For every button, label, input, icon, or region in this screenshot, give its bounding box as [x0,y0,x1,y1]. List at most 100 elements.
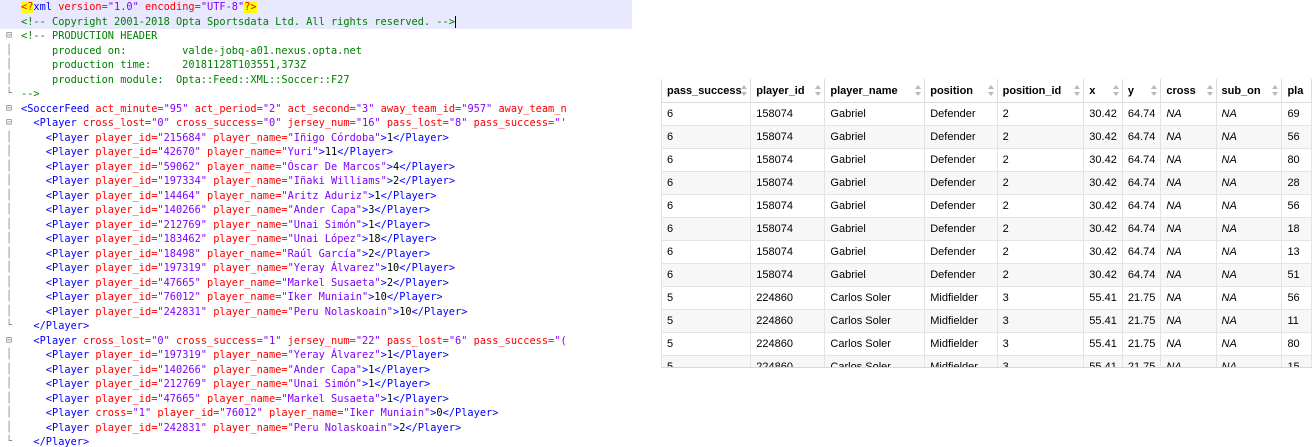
xml-code: <Player player_id="140266" player_name="… [21,203,430,218]
xml-token: player_id= [89,218,158,231]
table-cell: 2 [996,148,1085,172]
xml-editor[interactable]: <?xml version="1.0" encoding="UTF-8"?> <!… [0,0,632,447]
xml-token: player_id= [89,291,158,303]
table-row[interactable]: 6 158074 Gabriel Defender 2 30.42 64.74 NA NA 80 [661,148,1312,172]
column-header-position[interactable]: position [924,79,998,103]
xml-line[interactable]: │ <Player cross="1" player_id="76012" pl… [0,406,632,421]
xml-line[interactable]: │ <Player player_id="197334" player_name… [0,174,632,189]
xml-token: "3" [355,102,375,115]
fold-collapse-icon[interactable]: ⊟ [3,334,15,349]
fold-collapse-icon[interactable]: ⊟ [3,102,15,117]
xml-line[interactable]: │ <Player player_id="242831" player_name… [0,305,632,320]
table-row[interactable]: 6 158074 Gabriel Defender 2 30.42 64.74 NA NA 56 [661,194,1312,218]
xml-token: "UTF-8" [200,1,245,13]
xml-token: "Yuri" [281,146,319,158]
xml-token: player_name= [200,392,282,405]
table-row[interactable]: 6 158074 Gabriel Defender 2 30.42 64.74 NA NA 28 [661,171,1312,195]
table-row[interactable]: 6 158074 Gabriel Defender 2 30.42 64.74 NA NA 18 [661,217,1312,241]
xml-line[interactable]: │ <Player player_id="197319" player_name… [0,261,632,276]
table-row[interactable]: 6 158074 Gabriel Defender 2 30.42 64.74 NA NA 56 [661,125,1312,149]
column-header-cross[interactable]: cross [1160,79,1217,103]
xml-line[interactable]: │ <Player player_id="140266" player_name… [0,363,632,378]
xml-line[interactable]: <!-- Copyright 2001-2018 Opta Sportsdata… [0,14,632,29]
table-cell: 158074 [750,102,826,126]
xml-line[interactable]: │ <Player player_id="212769" player_name… [0,377,632,392]
xml-token: player_id= [89,146,158,158]
xml-line[interactable]: │ <Player player_id="59062" player_name=… [0,160,632,175]
table-cell: 5 [661,309,752,333]
sort-arrows-icon[interactable] [1206,85,1213,96]
sort-arrows-icon[interactable] [1112,85,1119,96]
sort-arrows-icon[interactable] [741,85,748,96]
fold-collapse-icon[interactable]: ⊟ [3,116,15,131]
xml-token: "76012" [219,407,263,419]
table-row[interactable]: 5 224860 Carlos Soler Midfielder 3 55.41 21.75… [661,355,1312,367]
table-cell: 56 [1281,125,1312,149]
xml-line[interactable]: └ </Player> [0,319,632,334]
table-row[interactable]: 5 224860 Carlos Soler Midfielder 3 55.41 21.75… [661,332,1312,356]
xml-line[interactable]: └ --> [0,87,632,102]
xml-code: <Player player_id="215684" player_name="… [21,131,449,146]
sort-arrows-icon[interactable] [1074,85,1081,96]
xml-code: <Player player_id="183462" player_name="… [21,232,437,247]
xml-token: player_id= [89,175,158,187]
table-cell: 21.75 [1121,332,1162,356]
data-table-viewer[interactable]: pass_success player_id player_name position… [661,79,1312,368]
xml-token: <SoccerFeed [21,102,90,115]
table-row[interactable]: 6 158074 Gabriel Defender 2 30.42 64.74 NA NA 69 [661,102,1312,126]
xml-line[interactable]: │ <Player player_id="215684" player_name… [0,131,632,146]
column-header-position-id[interactable]: position_id [996,79,1085,103]
xml-token: player_id= [89,392,158,405]
table-row[interactable]: 5 224860 Carlos Soler Midfielder 3 55.41 21.75… [661,309,1312,333]
table-cell: 30.42 [1083,240,1123,264]
xml-line[interactable]: <?xml version="1.0" encoding="UTF-8"?> [0,0,632,15]
sort-arrows-icon[interactable] [815,85,822,96]
xml-line[interactable]: │ <Player player_id="242831" player_name… [0,421,632,436]
table-row[interactable]: 6 158074 Gabriel Defender 2 30.42 64.74 NA NA 13 [661,240,1312,264]
xml-line[interactable]: │ <Player player_id="183462" player_name… [0,232,632,247]
xml-line[interactable]: │ <Player player_id="18498" player_name=… [0,247,632,262]
xml-token: "Iker Muniain" [343,407,431,419]
xml-token: "197334" [157,175,208,187]
table-row[interactable]: 5 224860 Carlos Soler Midfielder 3 55.41 21.75… [661,286,1312,310]
xml-line[interactable]: │ <Player player_id="47665" player_name=… [0,392,632,407]
sort-arrows-icon[interactable] [1272,85,1279,96]
xml-line[interactable]: ⊟ <!-- PRODUCTION HEADER [0,29,632,44]
xml-line[interactable]: │ produced on: valde-jobq-a01.nexus.opta… [0,44,632,59]
xml-line[interactable]: ⊟ <Player cross_lost="0" cross_success="… [0,334,632,349]
xml-token: </Player> [399,160,455,173]
xml-token: player_name= [207,233,288,245]
column-header-player-id[interactable]: player_id [750,79,826,103]
xml-token: </Player> [442,407,499,419]
sort-arrows-icon[interactable] [915,85,922,96]
column-header-pla[interactable]: pla [1281,79,1312,103]
sort-arrows-icon[interactable] [1151,85,1158,96]
xml-line[interactable]: │ <Player player_id="47665" player_name=… [0,276,632,291]
xml-line[interactable]: ⊟ <Player cross_lost="0" cross_success="… [0,116,632,131]
sort-arrows-icon[interactable] [987,85,994,96]
xml-line[interactable]: ⊟ <SoccerFeed act_minute="95" act_period=… [0,102,632,117]
fold-guide: │ [5,204,13,215]
xml-line[interactable]: │ <Player player_id="140266" player_name… [0,203,632,218]
column-header-x[interactable]: x [1083,79,1123,103]
xml-line[interactable]: │ <Player player_id="212769" player_name… [0,218,632,233]
column-header-sub-on[interactable]: sub_on [1215,79,1283,103]
xml-line[interactable]: │ <Player player_id="14464" player_name=… [0,189,632,204]
column-header-pass-success[interactable]: pass_success [661,79,752,103]
xml-line[interactable]: │ <Player player_id="42670" player_name=… [0,145,632,160]
xml-line[interactable]: │ production time: 20181128T103551,373Z [0,58,632,73]
table-cell: 64.74 [1121,148,1162,172]
xml-token: "Yeray Álvarez" [287,262,381,274]
xml-token: act_period= [188,102,263,115]
xml-line[interactable]: │ <Player player_id="197319" player_name… [0,348,632,363]
table-row[interactable]: 6 158074 Gabriel Defender 2 30.42 64.74 NA NA 51 [661,263,1312,287]
xml-line[interactable]: │ production module: Opta::Feed::XML::So… [0,73,632,88]
table-cell: 3 [996,286,1085,310]
column-header-y[interactable]: y [1121,79,1162,103]
xml-line[interactable]: └ </Player> [0,435,632,447]
column-header-player-name[interactable]: player_name [824,79,926,103]
xml-line[interactable]: │ <Player player_id="76012" player_name=… [0,290,632,305]
column-header-label: y [1127,84,1134,97]
xml-token: player_name= [207,421,288,434]
fold-collapse-icon[interactable]: ⊟ [3,29,15,44]
